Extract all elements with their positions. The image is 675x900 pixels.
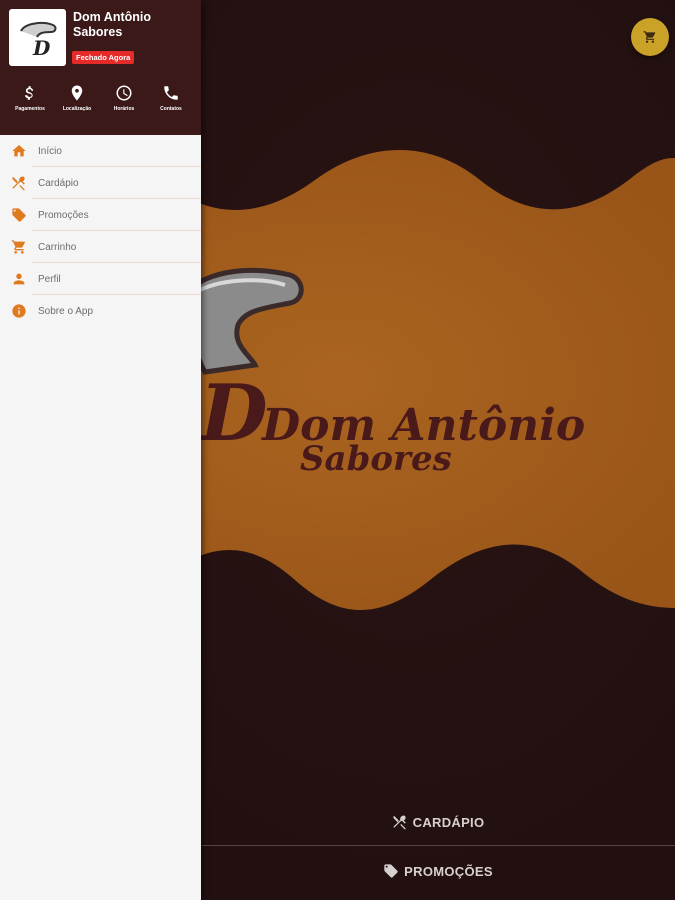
store-logo: D <box>9 9 66 66</box>
person-icon <box>13 273 25 285</box>
navigation-drawer: D Dom Antônio Sabores Fechado Agora Paga… <box>0 0 201 900</box>
quick-action-label: Horários <box>113 106 135 112</box>
menu-item-promocoes[interactable]: Promoções <box>0 199 201 231</box>
logo-letter: D <box>32 36 51 60</box>
dollar-icon <box>24 86 34 100</box>
quick-action-contatos[interactable]: Contatos <box>148 84 194 112</box>
menu-item-label: Sobre o App <box>38 305 94 317</box>
fork-knife-icon <box>392 815 406 830</box>
quick-action-label: Pagamentos <box>15 106 45 112</box>
svg-text:D: D <box>198 368 268 459</box>
phone-icon <box>164 86 178 100</box>
info-icon <box>12 304 26 318</box>
quick-action-horarios[interactable]: Horários <box>101 84 147 112</box>
quick-action-label: Contatos <box>160 106 182 112</box>
tag-icon <box>384 864 398 878</box>
menu-item-label: Promoções <box>38 209 89 221</box>
bottom-divider <box>201 845 675 846</box>
cart-button[interactable] <box>631 18 669 56</box>
cardapio-nav-button[interactable]: CARDÁPIO <box>201 798 675 846</box>
menu-item-perfil[interactable]: Perfil <box>0 263 201 295</box>
tag-icon <box>12 208 26 222</box>
store-name: Dom Antônio Sabores <box>73 10 151 39</box>
cart-icon <box>643 31 656 43</box>
menu-item-label: Carrinho <box>38 241 77 253</box>
cart-icon <box>11 240 25 254</box>
cardapio-nav-label: CARDÁPIO <box>412 814 485 830</box>
drawer-header: D Dom Antônio Sabores Fechado Agora Paga… <box>0 0 201 135</box>
menu-item-inicio[interactable]: Início <box>0 135 201 167</box>
menu-item-sobre[interactable]: Sobre o App <box>0 295 201 327</box>
menu-item-label: Perfil <box>38 273 61 285</box>
location-pin-icon <box>71 85 83 101</box>
clock-icon <box>116 85 132 101</box>
promocoes-nav-label: PROMOÇÕES <box>404 863 493 879</box>
quick-action-label: Localização <box>62 106 92 112</box>
banner-title-line2: Sabores <box>300 439 452 479</box>
menu-item-label: Início <box>38 145 62 157</box>
menu-item-carrinho[interactable]: Carrinho <box>0 231 201 263</box>
drawer-menu: Início Cardápio Promoções Carrinho Perfi… <box>0 135 201 327</box>
menu-item-label: Cardápio <box>38 177 79 189</box>
status-badge: Fechado Agora <box>72 51 135 64</box>
promocoes-nav-button[interactable]: PROMOÇÕES <box>201 847 675 895</box>
home-icon <box>12 145 26 157</box>
quick-action-localizacao[interactable]: Localização <box>54 84 100 112</box>
fork-knife-icon <box>12 176 25 191</box>
menu-item-cardapio[interactable]: Cardápio <box>0 167 201 199</box>
quick-action-pagamentos[interactable]: Pagamentos <box>7 84 53 112</box>
